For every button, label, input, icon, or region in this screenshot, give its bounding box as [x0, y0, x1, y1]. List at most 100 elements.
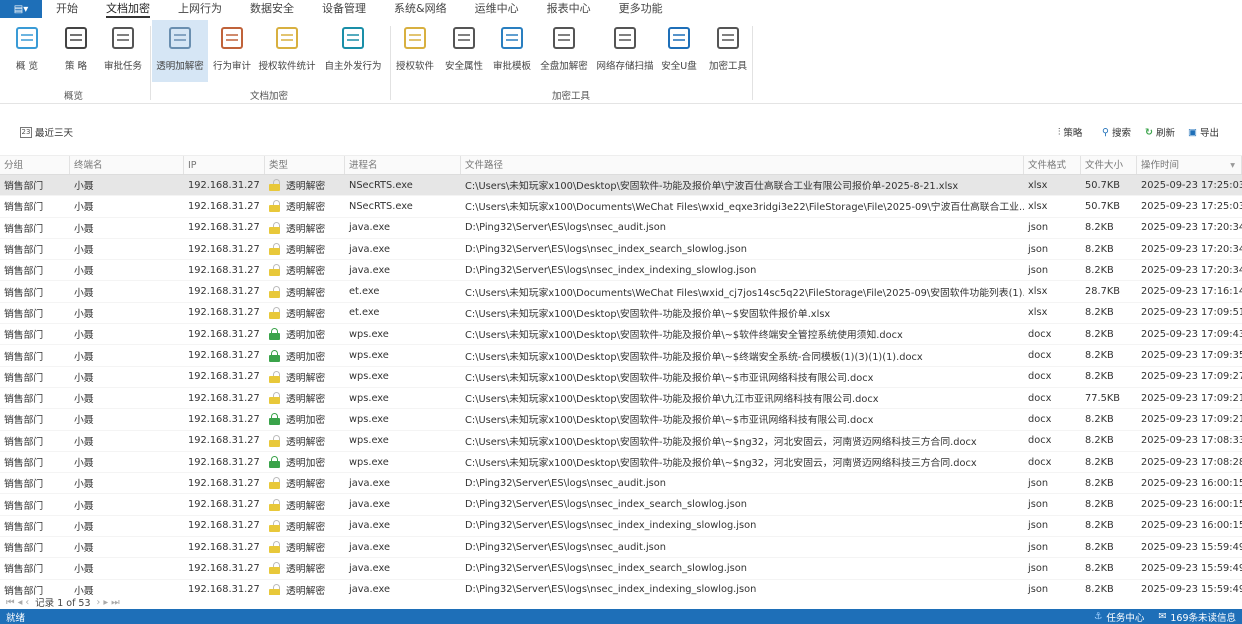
ribbon-button[interactable]: 授权软件: [392, 20, 438, 82]
table-row[interactable]: 销售部门 小聂 192.168.31.27 透明解密 java.exe D:\Ping32…: [0, 580, 1242, 595]
cell-terminal: 小聂: [70, 327, 184, 341]
column-header[interactable]: 终端名: [70, 156, 184, 174]
ribbon-button[interactable]: 全盘加解密: [538, 20, 590, 82]
cell-text: C:\Users\未知玩家x100\Documents\WeChat Files…: [465, 287, 1024, 299]
cell-size: 8.2KB: [1081, 520, 1137, 531]
table-row[interactable]: 销售部门 小聂 192.168.31.27 透明解密 NSecRTS.exe C:\Use…: [0, 175, 1242, 197]
next-page-button[interactable]: › ▸ ⏭: [97, 597, 120, 608]
table-row[interactable]: 销售部门 小聂 192.168.31.27 透明解密 java.exe D:\Ping32…: [0, 239, 1242, 261]
table-row[interactable]: 销售部门 小聂 192.168.31.27 透明解密 wps.exe C:\Users\未…: [0, 431, 1242, 452]
cell-text: 小聂: [74, 351, 94, 363]
cell-text: D:\Ping32\Server\ES\logs\nsec_index_inde…: [465, 584, 757, 595]
ribbon-button[interactable]: 审批任务: [100, 20, 146, 82]
first-page-button[interactable]: ⏮ ◂ ‹: [6, 597, 29, 608]
date-range-button[interactable]: 23 最近三天: [20, 125, 73, 139]
cell-text: 2025-09-23 17:20:34: [1141, 222, 1242, 234]
menu-tab[interactable]: 数据安全: [250, 0, 294, 18]
menu-tab[interactable]: 上网行为: [178, 0, 222, 18]
ribbon-separator: [390, 26, 391, 100]
table-row[interactable]: 销售部门 小聂 192.168.31.27 透明加密 wps.exe C:\Users\未…: [0, 345, 1242, 367]
menu-tab[interactable]: 系统&网络: [394, 0, 447, 18]
lock-closed-icon: [269, 456, 280, 468]
table-row[interactable]: 销售部门 小聂 192.168.31.27 透明解密 java.exe D:\Ping32…: [0, 516, 1242, 538]
cell-type: 透明解密: [265, 263, 345, 277]
ribbon-button[interactable]: 概 览: [8, 20, 46, 82]
menu-tab[interactable]: 设备管理: [322, 0, 366, 18]
ribbon-button[interactable]: 授权软件统计: [256, 20, 318, 82]
search-label: 搜索: [1111, 128, 1131, 139]
cell-path: D:\Ping32\Server\ES\logs\nsec_audit.json: [461, 478, 1024, 489]
table-row[interactable]: 销售部门 小聂 192.168.31.27 透明解密 wps.exe C:\Users\未…: [0, 367, 1242, 388]
table-row[interactable]: 销售部门 小聂 192.168.31.27 透明解密 et.exe C:\Users\未知…: [0, 303, 1242, 325]
cell-group: 销售部门: [0, 519, 70, 533]
cell-text: 2025-09-23 16:00:15: [1141, 499, 1242, 511]
ribbon-button[interactable]: 审批模板: [490, 20, 534, 82]
ribbon-button[interactable]: 行为审计: [208, 20, 256, 82]
ribbon-button[interactable]: 透明加解密: [152, 20, 208, 82]
table-row[interactable]: 销售部门 小聂 192.168.31.27 透明解密 java.exe D:\Ping32…: [0, 494, 1242, 516]
lock-open-icon: [269, 243, 280, 256]
table-row[interactable]: 销售部门 小聂 192.168.31.27 透明解密 java.exe D:\Ping32…: [0, 473, 1242, 495]
messages-button[interactable]: ✉ 169条未读信息: [1158, 610, 1236, 624]
cell-ip: 192.168.31.27: [184, 393, 265, 404]
ribbon-button[interactable]: 自主外发行为: [320, 20, 386, 82]
menu-tab[interactable]: 开始: [56, 0, 78, 18]
cell-text: 8.2KB: [1085, 350, 1114, 362]
menu-tab[interactable]: 文档加密: [106, 0, 150, 18]
table-row[interactable]: 销售部门 小聂 192.168.31.27 透明加密 wps.exe C:\Users\未…: [0, 324, 1242, 346]
cell-size: 8.2KB: [1081, 329, 1137, 340]
cell-text: 2025-09-23 17:25:03: [1141, 200, 1242, 212]
export-button[interactable]: ▣ 导出: [1188, 125, 1219, 140]
policy-button[interactable]: ⫶ 策略: [1058, 125, 1082, 140]
column-header-label: 文件路径: [465, 160, 504, 171]
menu-tab[interactable]: 更多功能: [619, 0, 663, 18]
table-row[interactable]: 销售部门 小聂 192.168.31.27 透明解密 java.exe D:\Ping32…: [0, 218, 1242, 239]
task-center-button[interactable]: ⚓ 任务中心: [1094, 610, 1145, 624]
menu-tab[interactable]: 报表中心: [547, 0, 591, 18]
menu-tab[interactable]: 运维中心: [475, 0, 519, 18]
cell-text: 192.168.31.27: [188, 222, 260, 234]
table-row[interactable]: 销售部门 小聂 192.168.31.27 透明解密 java.exe D:\Ping32…: [0, 260, 1242, 282]
column-header[interactable]: 操作时间 ▾: [1137, 156, 1242, 174]
column-header-label: 操作时间: [1141, 160, 1180, 171]
column-header[interactable]: 类型: [265, 156, 345, 174]
table-row[interactable]: 销售部门 小聂 192.168.31.27 透明解密 NSecRTS.exe C:\Use…: [0, 196, 1242, 218]
cell-text: 8.2KB: [1085, 307, 1114, 319]
refresh-button[interactable]: ↻ 刷新: [1145, 125, 1175, 140]
ribbon-button[interactable]: 安全属性: [442, 20, 486, 82]
column-header[interactable]: IP: [184, 156, 265, 174]
table-row[interactable]: 销售部门 小聂 192.168.31.27 透明解密 et.exe C:\Users\未知…: [0, 281, 1242, 303]
search-button[interactable]: ⚲ 搜索: [1102, 125, 1131, 140]
column-header[interactable]: 文件路径: [461, 156, 1024, 174]
cell-time: 2025-09-23 15:59:49: [1137, 542, 1242, 553]
cell-size: 8.2KB: [1081, 478, 1137, 489]
column-header[interactable]: 文件大小: [1081, 156, 1137, 174]
cell-group: 销售部门: [0, 263, 70, 277]
cell-text: 2025-09-23 17:20:34: [1141, 243, 1242, 255]
column-header[interactable]: 进程名: [345, 156, 461, 174]
table-row[interactable]: 销售部门 小聂 192.168.31.27 透明解密 wps.exe C:\Users\未…: [0, 388, 1242, 410]
cell-text: 192.168.31.27: [188, 286, 260, 298]
sort-dropdown-icon[interactable]: ▾: [1230, 156, 1235, 174]
ribbon-button[interactable]: 加密工具: [705, 20, 751, 82]
column-header[interactable]: 文件格式: [1024, 156, 1081, 174]
cell-size: 8.2KB: [1081, 265, 1137, 276]
ribbon-button[interactable]: 网络存储扫描: [594, 20, 656, 82]
column-header[interactable]: 分组: [0, 156, 70, 174]
cell-ip: 192.168.31.27: [184, 265, 265, 276]
ribbon-button-label: 自主外发行为: [324, 61, 382, 72]
table-row[interactable]: 销售部门 小聂 192.168.31.27 透明解密 java.exe D:\Ping32…: [0, 537, 1242, 559]
cell-format: json: [1024, 222, 1081, 233]
cell-text: 销售部门: [4, 479, 44, 491]
cell-text: 透明加密: [286, 458, 326, 469]
table-row[interactable]: 销售部门 小聂 192.168.31.27 透明加密 wps.exe C:\Users\未…: [0, 409, 1242, 431]
cell-path: C:\Users\未知玩家x100\Documents\WeChat Files…: [461, 285, 1024, 299]
table-row[interactable]: 销售部门 小聂 192.168.31.27 透明加密 wps.exe C:\Users\未…: [0, 452, 1242, 474]
app-menu-button[interactable]: ▤▾: [0, 0, 42, 18]
column-header-label: 分组: [4, 160, 24, 171]
record-count: 记录 1 of 53: [35, 598, 91, 609]
ribbon-button[interactable]: 安全U盘: [658, 20, 700, 82]
ribbon-button[interactable]: 策 略: [56, 20, 96, 82]
table-row[interactable]: 销售部门 小聂 192.168.31.27 透明解密 java.exe D:\Ping32…: [0, 558, 1242, 580]
cell-type: 透明加密: [265, 455, 345, 469]
